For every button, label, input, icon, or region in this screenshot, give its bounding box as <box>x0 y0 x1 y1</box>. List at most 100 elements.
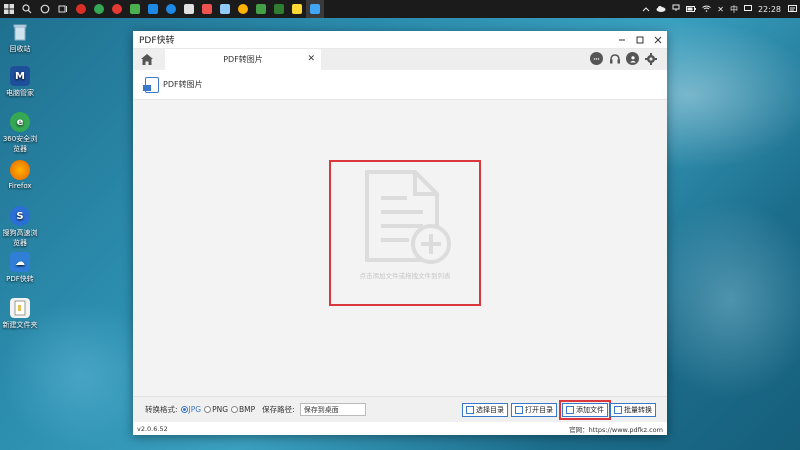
wechat-icon[interactable] <box>252 0 270 18</box>
format-option-label: PNG <box>212 405 229 414</box>
version-text: v2.0.6.52 <box>137 424 168 433</box>
page-title: PDF转图片 <box>163 80 203 89</box>
clock[interactable]: 22:28 <box>755 5 784 14</box>
plus-icon <box>566 406 574 414</box>
network-icon[interactable] <box>669 4 683 14</box>
taskbar-app-icon[interactable] <box>126 0 144 18</box>
format-radio-bmp[interactable]: BMP <box>231 405 255 414</box>
desktop-icon-label: PDF快转 <box>6 275 34 283</box>
ime-indicator[interactable]: 中 <box>727 4 741 15</box>
maximize-button[interactable] <box>631 31 649 49</box>
close-button[interactable] <box>649 31 667 49</box>
save-path-input[interactable] <box>299 403 366 416</box>
taskbar-app-icon[interactable] <box>288 0 306 18</box>
button-label: 批量转换 <box>624 406 652 414</box>
button-label: 添加文件 <box>576 406 604 414</box>
desktop-icon-label: 360安全浏览器 <box>2 135 38 153</box>
desktop-icon-recycle-bin[interactable]: 回收站 <box>0 22 40 54</box>
save-path-label: 保存路径: <box>262 405 295 414</box>
options-bar: 转换格式: JPG PNG BMP 保存路径: 选择目录 打开目录 添加文件 <box>133 396 667 422</box>
chat-icon[interactable] <box>590 52 603 65</box>
pdf-image-icon <box>143 76 159 93</box>
notification-icon[interactable] <box>784 4 800 14</box>
window-title: PDF快转 <box>139 36 175 46</box>
choose-directory-button[interactable]: 选择目录 <box>462 403 508 417</box>
taskbar-app-icon[interactable] <box>234 0 252 18</box>
desktop-icon-label: 搜狗高速浏览器 <box>2 229 38 247</box>
battery-icon[interactable] <box>683 5 699 14</box>
sogou-browser-icon: S <box>10 206 30 226</box>
taskbar-pdfkz-icon[interactable] <box>306 0 324 18</box>
format-radio-jpg[interactable]: JPG <box>180 405 202 414</box>
taskbar-app-icon[interactable] <box>180 0 198 18</box>
format-label: 转换格式: <box>145 405 178 414</box>
desktop-icon-sogou-browser[interactable]: S 搜狗高速浏览器 <box>0 206 40 248</box>
pc-manager-icon: M <box>10 66 30 86</box>
wifi-icon[interactable] <box>699 5 714 14</box>
gear-icon[interactable] <box>644 52 657 65</box>
tab-bar: PDF转图片 ✕ <box>133 49 667 70</box>
taskbar-app-icon[interactable] <box>108 0 126 18</box>
taskbar-app-icon[interactable] <box>72 0 90 18</box>
desktop-icon-pc-manager[interactable]: M 电脑管家 <box>0 66 40 98</box>
home-button[interactable] <box>133 49 161 70</box>
button-label: 选择目录 <box>476 406 504 414</box>
taskbar-app-icon[interactable] <box>144 0 162 18</box>
desktop-icon-label: Firefox <box>8 182 32 190</box>
input-mode-icon[interactable] <box>741 4 755 14</box>
file-list-area[interactable]: 点击添加文件或拖拽文件到列表 <box>133 100 667 390</box>
title-bar[interactable]: PDF快转 <box>133 31 667 49</box>
folder-icon <box>10 298 30 318</box>
drop-hint-text: 点击添加文件或拖拽文件到列表 <box>359 272 451 280</box>
format-option-label: JPG <box>188 405 202 414</box>
folder-open-icon <box>515 406 523 414</box>
home-icon <box>141 54 153 65</box>
tab-pdf-to-image[interactable]: PDF转图片 ✕ <box>165 49 321 70</box>
add-document-icon <box>365 170 451 264</box>
tab-label: PDF转图片 <box>223 55 263 64</box>
app-window: PDF快转 PDF转图片 ✕ PDF转图片 点击添加文件或拖拽文件到列表 转换格… <box>133 31 667 435</box>
batch-convert-button[interactable]: 批量转换 <box>610 403 656 417</box>
chevron-up-icon[interactable] <box>639 5 653 14</box>
cortana-icon[interactable] <box>36 0 54 18</box>
radio-icon <box>231 406 239 413</box>
radio-icon <box>204 406 212 413</box>
search-icon[interactable] <box>18 0 36 18</box>
pdfkz-cloud-icon: ☁ <box>10 252 30 272</box>
format-option-label: BMP <box>239 405 256 414</box>
drop-zone[interactable]: 点击添加文件或拖拽文件到列表 <box>329 160 481 306</box>
taskbar-app-icon[interactable] <box>198 0 216 18</box>
headset-icon[interactable] <box>608 52 621 65</box>
system-tray: ✕ 中 22:28 <box>639 0 800 18</box>
user-icon[interactable] <box>626 52 639 65</box>
desktop-icon-firefox[interactable]: Firefox <box>0 160 40 190</box>
button-label: 打开目录 <box>525 406 553 414</box>
recycle-bin-icon <box>10 22 30 42</box>
add-file-button[interactable]: 添加文件 <box>559 400 611 420</box>
edge-icon[interactable] <box>162 0 180 18</box>
desktop-icon-label: 电脑管家 <box>6 89 34 97</box>
open-directory-button[interactable]: 打开目录 <box>511 403 557 417</box>
taskbar-app-icon[interactable] <box>90 0 108 18</box>
taskbar: ✕ 中 22:28 <box>0 0 800 18</box>
desktop-icon-new-folder[interactable]: 新建文件夹 <box>0 298 40 330</box>
desktop-icon-360-browser[interactable]: e 360安全浏览器 <box>0 112 40 154</box>
radio-icon <box>180 406 188 413</box>
desktop-icon-label: 回收站 <box>9 45 31 53</box>
taskbar-app-icon[interactable] <box>216 0 234 18</box>
tab-close-icon[interactable]: ✕ <box>307 54 315 64</box>
volume-muted-icon[interactable]: ✕ <box>714 5 727 14</box>
desktop-icon-pdfkz[interactable]: ☁ PDF快转 <box>0 252 40 284</box>
task-view-icon[interactable] <box>54 0 72 18</box>
firefox-icon <box>10 160 30 180</box>
convert-icon <box>614 406 622 414</box>
minimize-button[interactable] <box>613 31 631 49</box>
windows-start-icon[interactable] <box>0 0 18 18</box>
cloud-icon[interactable] <box>653 5 669 14</box>
status-bar: v2.0.6.52 官网：https://www.pdfkz.com <box>133 422 667 435</box>
folder-icon <box>466 406 474 414</box>
taskbar-app-icon[interactable] <box>270 0 288 18</box>
format-radio-png[interactable]: PNG <box>204 405 228 414</box>
website-link[interactable]: 官网：https://www.pdfkz.com <box>569 424 663 434</box>
browser-360-icon: e <box>10 112 30 132</box>
